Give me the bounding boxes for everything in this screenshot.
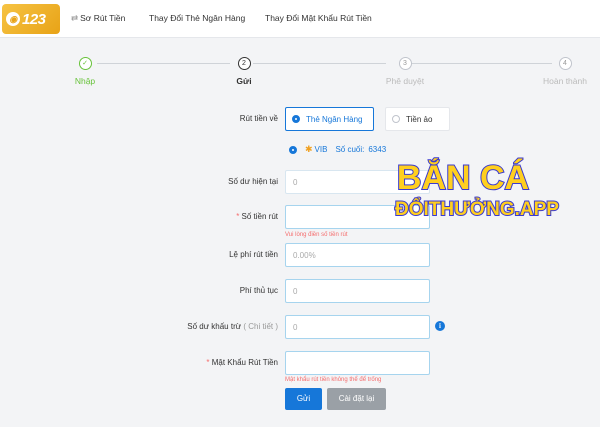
watermark-line2: ĐỔITHƯỞNG.APP	[395, 198, 559, 220]
step-label: Gửi	[236, 76, 252, 86]
amount-error: Vui lòng điền số tiền rút	[285, 232, 348, 238]
balance-label: Số dư hiện tại	[228, 177, 278, 186]
watermark-logo: BẮN CÁ ĐỔITHƯỞNG.APP	[394, 158, 560, 221]
last-digits-label: Số cuối:	[335, 145, 365, 154]
top-bar: ◉ 123 ⇄ Sơ Rút Tiền Thay Đổi Thẻ Ngân Hàng…	[0, 0, 600, 38]
step-number: 2	[237, 57, 251, 70]
fee-label: Phí thủ tục	[239, 286, 278, 295]
step-label: Nhập	[74, 76, 96, 86]
step-label: Hoàn thành	[543, 76, 587, 86]
step-connector	[97, 63, 230, 64]
nav-change-withdraw-password[interactable]: Thay Đổi Mật Khẩu Rút Tiền	[265, 13, 372, 23]
option-label: Thẻ Ngân Hàng	[306, 114, 363, 124]
step-label: Phê duyệt	[385, 76, 425, 86]
password-error: Mật khẩu rút tiền không thể để trống	[285, 377, 382, 383]
nav-change-bank-card[interactable]: Thay Đổi Thẻ Ngân Hàng	[149, 13, 245, 23]
reset-button[interactable]: Cài đặt lại	[327, 388, 386, 410]
step-input: ✓ Nhập	[55, 57, 115, 86]
radio-selected-icon	[292, 115, 300, 123]
site-logo[interactable]: ◉ 123	[2, 4, 60, 34]
progress-steps: ✓ Nhập 2 Gửi 3 Phê duyệt 4 Hoàn thành	[60, 54, 590, 94]
password-label: * Mật Khẩu Rút Tiền	[206, 358, 278, 367]
option-label: Tiền ảo	[406, 114, 433, 124]
submit-button[interactable]: Gửi	[285, 388, 322, 410]
deduct-detail-link[interactable]: ( Chi tiết )	[243, 322, 278, 331]
step-approval: 3 Phê duyệt	[375, 57, 435, 86]
check-icon: ✓	[78, 57, 92, 70]
fee-rate-field: 0.00%	[285, 243, 430, 267]
fee-rate-label: Lệ phí rút tiền	[229, 250, 278, 259]
amount-label: * Số tiền rút	[236, 212, 278, 221]
option-bank-card[interactable]: Thẻ Ngân Hàng	[285, 107, 374, 131]
step-number: 3	[398, 57, 412, 70]
swap-icon: ⇄	[71, 13, 79, 23]
deduct-field: 0	[285, 315, 430, 339]
step-submit: 2 Gửi	[214, 57, 274, 86]
withdraw-to-label: Rút tiền về	[239, 114, 278, 123]
radio-selected-icon	[289, 145, 297, 154]
bank-name: VIB	[314, 145, 328, 154]
bank-logo-icon: ✱	[305, 144, 313, 154]
deduct-label: Số dư khấu trừ ( Chi tiết )	[187, 322, 278, 331]
step-complete: 4 Hoàn thành	[535, 57, 595, 86]
logo-mark-icon: ◉	[6, 12, 20, 26]
step-number: 4	[558, 57, 572, 70]
fee-field: 0	[285, 279, 430, 303]
info-icon[interactable]: i	[435, 321, 445, 331]
radio-icon	[392, 115, 400, 123]
nav-withdraw-overview[interactable]: ⇄ Sơ Rút Tiền	[71, 13, 125, 24]
withdraw-password-input[interactable]	[285, 351, 430, 375]
logo-text: 123	[22, 10, 46, 28]
nav-label: Sơ Rút Tiền	[80, 13, 126, 23]
option-virtual-currency[interactable]: Tiền ảo	[385, 107, 450, 131]
watermark-line1: BẮN CÁ	[397, 159, 529, 197]
